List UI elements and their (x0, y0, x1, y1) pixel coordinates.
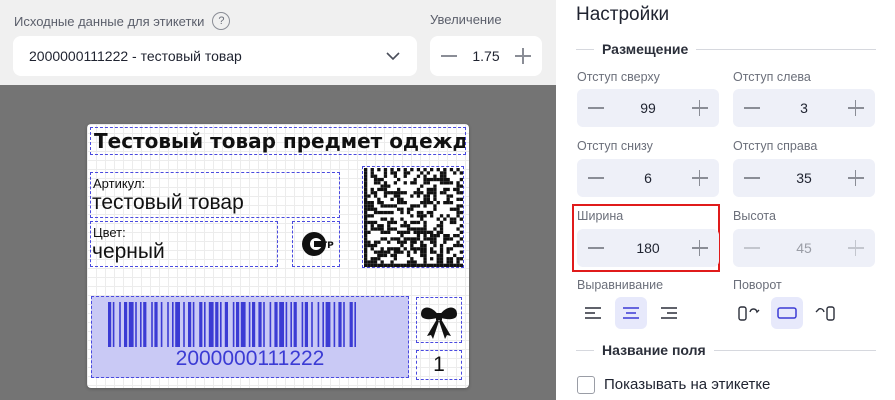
bottom-margin-stepper[interactable]: 6 (577, 159, 719, 197)
zoom-minus-button[interactable] (438, 45, 460, 67)
height-plus-button (845, 237, 867, 259)
bow-field[interactable] (416, 297, 462, 343)
bottom-margin-label: Отступ снизу (577, 139, 653, 153)
zoom-label: Увеличение (430, 12, 502, 27)
top-margin-plus-button[interactable] (689, 97, 711, 119)
align-right-button[interactable] (653, 297, 685, 329)
settings-title: Настройки (576, 4, 670, 25)
top-margin-value[interactable]: 99 (640, 100, 656, 116)
datamatrix-code-icon (364, 168, 463, 267)
rotate-right-icon (815, 306, 835, 321)
landscape-icon (777, 307, 797, 319)
left-margin-minus-button[interactable] (741, 97, 763, 119)
zoom-stepper[interactable]: 1.75 (430, 36, 542, 76)
right-margin-plus-button[interactable] (845, 167, 867, 189)
left-margin-value[interactable]: 3 (800, 100, 808, 116)
right-margin-label: Отступ справа (733, 139, 818, 153)
rotate-none-button[interactable] (771, 297, 803, 329)
align-left-button[interactable] (577, 297, 609, 329)
color-caption: Цвет: (93, 225, 126, 240)
source-data-selected: 2000000111222 - тестовый товар (29, 48, 242, 64)
zoom-plus-button[interactable] (512, 45, 534, 67)
left-margin-plus-button[interactable] (845, 97, 867, 119)
svg-text:TP: TP (321, 241, 334, 251)
align-right-icon (661, 307, 677, 319)
show-on-label-text: Показывать на этикетке (604, 376, 771, 393)
top-margin-label: Отступ сверху (577, 70, 660, 84)
width-value[interactable]: 180 (636, 240, 659, 256)
rotation-label: Поворот (733, 278, 782, 292)
rotate-left-icon (738, 306, 760, 321)
height-stepper: 45 (733, 229, 875, 267)
bottom-margin-value[interactable]: 6 (644, 170, 652, 186)
left-margin-label: Отступ слева (733, 70, 811, 84)
align-center-button[interactable] (615, 297, 647, 329)
align-center-icon (623, 307, 639, 319)
barcode-icon (108, 302, 356, 347)
right-margin-stepper[interactable]: 35 (733, 159, 875, 197)
help-icon[interactable]: ? (212, 12, 231, 30)
bottom-margin-plus-button[interactable] (689, 167, 711, 189)
rotate-right-button[interactable] (809, 297, 841, 329)
align-left-icon (585, 307, 601, 319)
count-field[interactable]: 1 (416, 350, 462, 380)
source-data-label: Исходные данные для этикетки ? (14, 12, 231, 30)
top-margin-stepper[interactable]: 99 (577, 89, 719, 127)
show-on-label-checkbox[interactable] (577, 376, 595, 394)
width-stepper[interactable]: 180 (577, 229, 719, 267)
width-label: Ширина (577, 209, 624, 223)
right-margin-minus-button[interactable] (741, 167, 763, 189)
barcode-number: 2000000111222 (175, 347, 325, 370)
height-label: Высота (733, 209, 776, 223)
article-value: тестовый товар (92, 191, 244, 214)
right-margin-value[interactable]: 35 (796, 170, 812, 186)
bottom-margin-minus-button[interactable] (585, 167, 607, 189)
width-minus-button[interactable] (585, 237, 607, 259)
article-caption: Артикул: (93, 176, 146, 191)
placement-section: Размещение (576, 40, 876, 58)
height-value: 45 (796, 240, 812, 256)
align-label: Выравнивание (577, 278, 664, 292)
source-data-select[interactable]: 2000000111222 - тестовый товар (13, 36, 417, 76)
chevron-down-icon (386, 52, 400, 61)
top-margin-minus-button[interactable] (585, 97, 607, 119)
height-minus-button (741, 237, 763, 259)
eac-mark-icon: TP (302, 232, 334, 256)
field-name-section: Название поля (576, 341, 876, 359)
color-value: черный (92, 240, 165, 263)
width-plus-button[interactable] (689, 237, 711, 259)
label-title[interactable]: Тестовый товар предмет одежды (90, 127, 466, 155)
zoom-value[interactable]: 1.75 (472, 48, 499, 64)
rotate-left-button[interactable] (733, 297, 765, 329)
left-margin-stepper[interactable]: 3 (733, 89, 875, 127)
bow-icon (421, 307, 457, 339)
